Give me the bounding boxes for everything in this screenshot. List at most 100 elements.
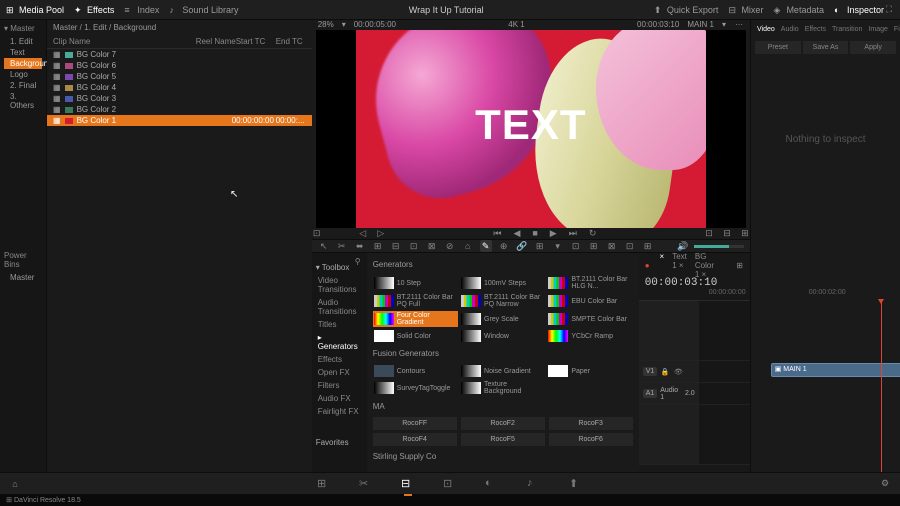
inspector-tab[interactable]: File [892,24,900,35]
page-nav-icon[interactable]: ◐ [485,477,499,491]
fx-generator[interactable]: 10 Step [373,275,458,291]
macro-btn[interactable]: RocoF5 [461,433,545,446]
timeline-tool[interactable]: 🔗 [516,240,528,252]
transport-btn[interactable]: ⏮ [491,228,503,239]
fx-nav-item[interactable]: Effects [316,353,363,366]
timeline-tab[interactable]: Text 1 × [672,252,687,279]
fx-generator[interactable]: SMPTE Color Bar [547,311,632,327]
match-frame-icon[interactable]: ⊡ [313,229,321,237]
timeline-tool[interactable]: ↖ [318,240,330,252]
timeline-tool[interactable]: ⊞ [534,240,546,252]
bin-item[interactable]: Logo [4,69,42,80]
favorites-header[interactable]: Favorites [316,438,363,447]
page-nav-icon[interactable]: ⊟ [401,477,415,491]
topbar-sound-library[interactable]: ♪Sound Library [169,5,238,15]
next-edit-icon[interactable]: ▷ [377,229,385,237]
fx-generator[interactable]: Paper [547,364,632,378]
macro-btn[interactable]: RocoF3 [549,417,633,430]
media-clip[interactable]: ▦BG Color 6 [47,60,312,71]
viewer-tool-icon[interactable]: ⊟ [723,229,731,237]
transport-btn[interactable]: ■ [530,228,539,238]
timeline-tool[interactable]: ⊠ [606,240,618,252]
topbar-inspector[interactable]: ◐Inspector [834,5,884,15]
page-nav-icon[interactable]: ♪ [527,477,541,491]
transport-btn[interactable]: ⏭ [567,228,579,239]
power-bins-header[interactable]: Power Bins [4,251,42,269]
topbar-mixer[interactable]: ⊟Mixer [728,5,763,15]
topbar-effects[interactable]: ✦Effects [74,5,114,15]
timeline-tool[interactable]: ⊡ [570,240,582,252]
media-clip[interactable]: ▦BG Color 3 [47,93,312,104]
fx-generator[interactable]: Texture Background [460,380,545,396]
windows-icon[interactable]: ⊞ [5,496,13,504]
page-nav-icon[interactable]: ✂ [359,477,373,491]
timeline-tool[interactable]: ✂ [336,240,348,252]
timeline-menu[interactable]: MAIN 1 [687,20,714,29]
bin-item[interactable]: 1. Edit [4,36,42,47]
fx-generator[interactable]: BT.2111 Color Bar PQ Narrow [460,293,545,309]
topbar-quick-export[interactable]: ⬆Quick Export [654,5,719,15]
page-nav-icon[interactable]: ⊞ [317,477,331,491]
resolution[interactable]: 4K 1 [508,20,524,29]
timeline-tool[interactable]: ⊡ [408,240,420,252]
timeline-tool[interactable]: ⊞ [588,240,600,252]
viewer[interactable]: TEXT [316,30,746,228]
fx-generator[interactable]: 100mV Steps [460,275,545,291]
macro-btn[interactable]: RocoFF [373,417,457,430]
fullscreen-icon[interactable]: ⛶ [885,6,893,14]
inspector-tab[interactable]: Transition [830,24,864,35]
fx-nav-item[interactable]: Fairlight FX [316,405,363,418]
timeline-tool[interactable]: ⌂ [462,240,474,252]
viewer-options-icon[interactable]: ⋯ [735,21,743,29]
transport-btn[interactable]: ◀ [511,228,522,239]
fx-generator[interactable]: Solid Color [373,329,458,343]
eye-icon[interactable]: 👁 [674,368,682,376]
playhead[interactable] [881,301,882,472]
lock-icon[interactable]: 🔒 [661,368,669,376]
timeline-tool[interactable]: ⊞ [642,240,654,252]
inspector-sub-btn[interactable]: Apply [850,41,896,54]
fx-generator[interactable]: BT.2111 Color Bar HLG N... [547,275,632,291]
inspector-sub-btn[interactable]: Preset [755,41,801,54]
timeline-tool[interactable]: ⬌ [354,240,366,252]
timeline-tool[interactable]: ⊕ [498,240,510,252]
media-clip[interactable]: ▦BG Color 4 [47,82,312,93]
app-name[interactable]: DaVinci Resolve 18.5 [14,497,81,504]
media-clip[interactable]: ▦BG Color 5 [47,71,312,82]
media-clip[interactable]: ▦BG Color 100:00:00:0000:00:... [47,115,312,126]
timeline-tab[interactable]: × [660,252,665,279]
speaker-icon[interactable]: 🔊 [679,242,687,250]
bin-item[interactable]: 2. Final [4,80,42,91]
media-clip[interactable]: ▦BG Color 2 [47,104,312,115]
inspector-tab[interactable]: Video [755,24,777,35]
timeline-tool[interactable]: ⊠ [426,240,438,252]
fx-nav-item[interactable]: Video Transitions [316,274,363,296]
transport-btn[interactable]: ▶ [548,228,559,239]
fx-nav-item[interactable]: Filters [316,379,363,392]
fx-generator[interactable]: SurveyTagToggle [373,380,458,396]
inspector-tab[interactable]: Audio [779,24,801,35]
inspector-sub-btn[interactable]: Save As [803,41,849,54]
timeline-timecode[interactable]: 00:00:03:10 [639,277,750,289]
fx-nav-item[interactable]: Audio FX [316,392,363,405]
viewer-tool-icon[interactable]: ⊡ [705,229,713,237]
media-clip[interactable]: ▦BG Color 7 [47,49,312,60]
bin-item[interactable]: Text [4,47,42,58]
bin-item[interactable]: Background [4,58,42,69]
search-icon[interactable]: ⚲ [354,257,362,265]
fx-generator[interactable]: BT.2111 Color Bar PQ Full [373,293,458,309]
fx-nav-item[interactable]: Open FX [316,366,363,379]
fx-generator[interactable]: EBU Color Bar [547,293,632,309]
viewer-tool-icon[interactable]: ⊞ [741,229,749,237]
fx-generator[interactable]: YCbCr Ramp [547,329,632,343]
inspector-tab[interactable]: Image [866,24,889,35]
inspector-tab[interactable]: Effects [803,24,828,35]
page-nav-icon[interactable]: ⊡ [443,477,457,491]
settings-icon[interactable]: ⚙ [881,480,889,488]
timeline-tool[interactable]: ▾ [552,240,564,252]
fx-generator[interactable]: Contours [373,364,458,378]
fx-generator[interactable]: Grey Scale [460,311,545,327]
topbar-metadata[interactable]: ◈Metadata [773,5,824,15]
volume-slider[interactable] [694,245,744,248]
fx-generator[interactable]: Four Color Gradient [373,311,458,327]
